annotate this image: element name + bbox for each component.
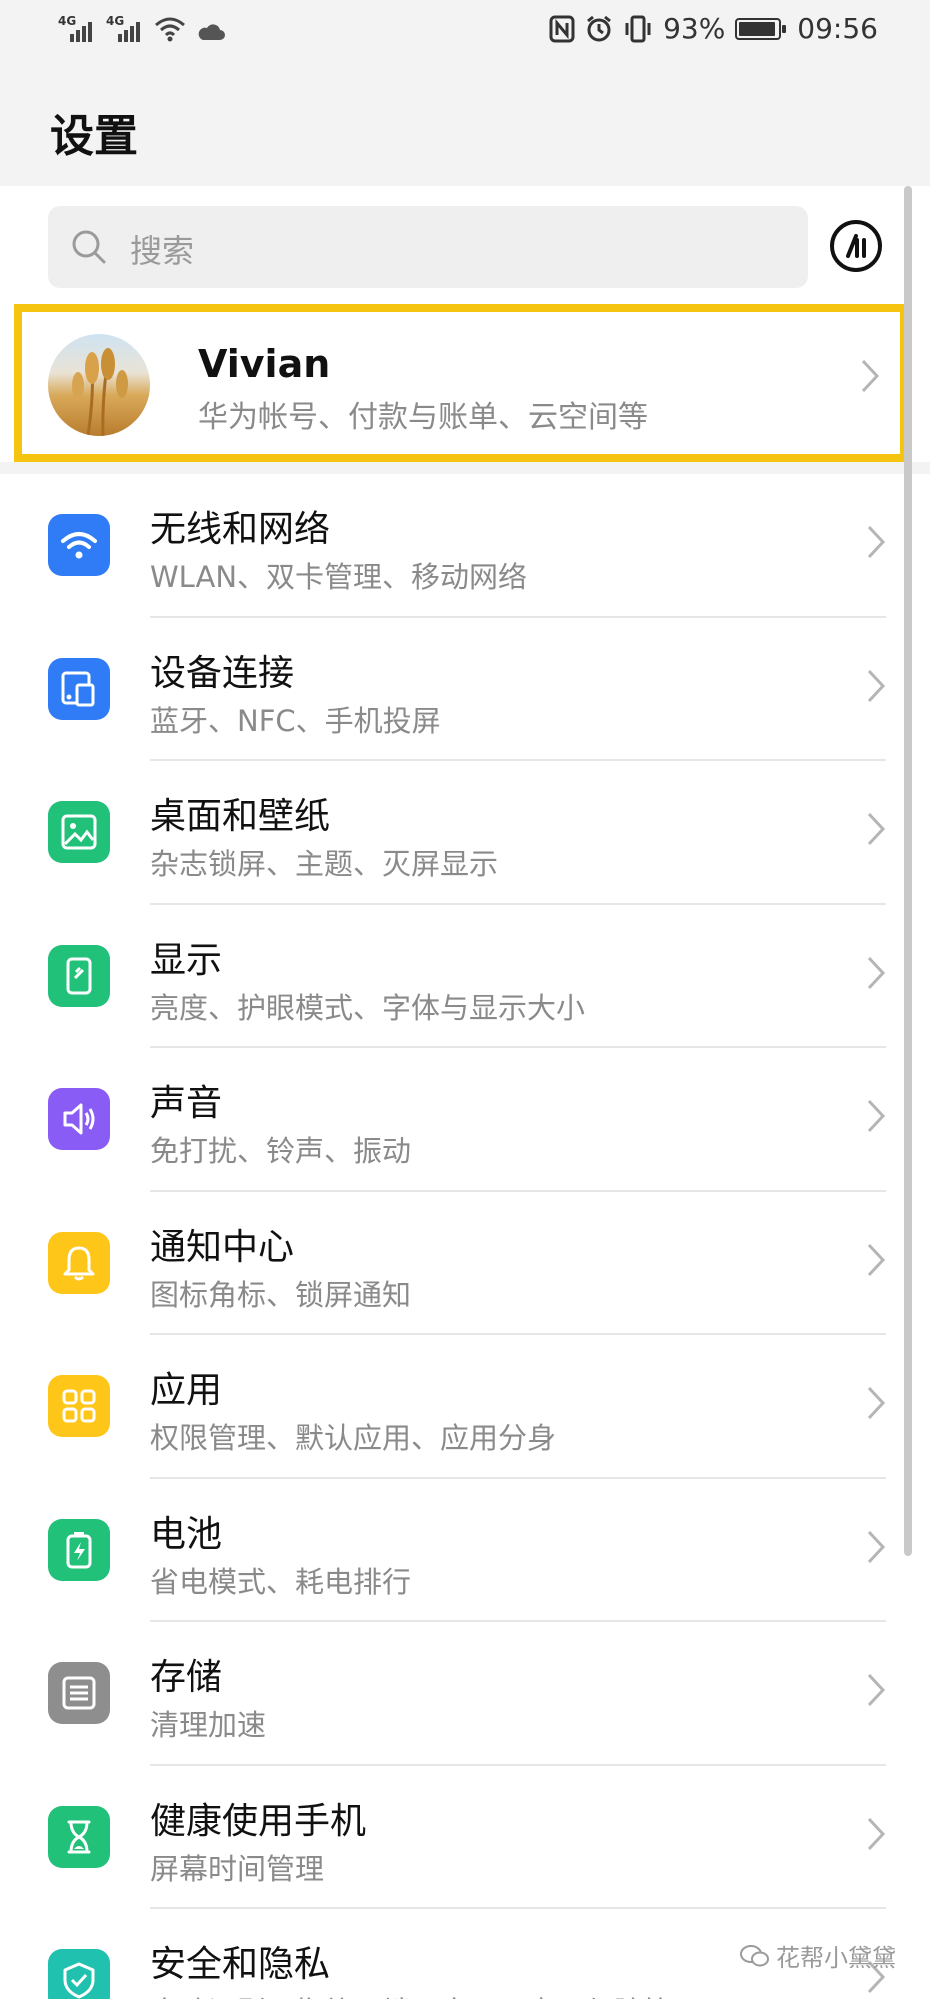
avatar [48, 334, 150, 436]
account-card[interactable]: Vivian 华为帐号、付款与账单、云空间等 [14, 304, 908, 462]
settings-item-subtitle: 免打扰、铃声、振动 [150, 1134, 412, 1168]
nfc-icon [549, 15, 575, 42]
chevron-right-icon [867, 1243, 886, 1276]
status-bar: 4G 4G 93% 09:56 [0, 0, 930, 62]
signal-icon: 4G [58, 14, 96, 42]
settings-item-subtitle: 杂志锁屏、主题、灭屏显示 [150, 847, 499, 881]
settings-item-subtitle: 省电模式、耗电排行 [150, 1564, 412, 1599]
settings-item[interactable]: 存储 清理加速 [0, 1622, 930, 1766]
scrollbar[interactable] [904, 186, 912, 1556]
settings-item-title: 无线和网络 [150, 509, 331, 550]
search-placeholder: 搜索 [130, 232, 195, 270]
settings-item-subtitle: 权限管理、默认应用、应用分身 [150, 1421, 557, 1455]
wechat-icon [740, 1944, 769, 1966]
shield-icon [48, 1949, 110, 1999]
chevron-right-icon [867, 1673, 886, 1707]
wifi-status-icon [155, 17, 185, 42]
settings-item[interactable]: 声音免打扰、铃声、振动 [0, 1048, 930, 1192]
settings-item[interactable]: 通知中心图标角标、锁屏通知 [0, 1192, 930, 1335]
settings-item[interactable]: 电池省电模式、耗电排行 [0, 1479, 930, 1622]
settings-item-title: 设备连接 [150, 652, 295, 694]
settings-item[interactable]: 健康使用手机屏幕时间管理 [0, 1766, 930, 1909]
search-row: 搜索 [0, 186, 930, 306]
page-title: 设置 [50, 111, 138, 162]
watermark-text: 花帮小黛黛 [776, 1944, 896, 1972]
settings-item-subtitle: WLAN、双卡管理、移动网络 [150, 560, 528, 594]
clock: 09:56 [797, 12, 878, 45]
account-name: Vivian [198, 342, 331, 386]
account-subtitle: 华为帐号、付款与账单、云空间等 [198, 400, 648, 435]
chevron-right-icon [867, 812, 886, 846]
watermark: 花帮小黛黛 [740, 1938, 896, 1973]
vibrate-icon [625, 15, 651, 42]
sound-icon [48, 1088, 110, 1150]
settings-item-subtitle: 屏幕时间管理 [150, 1851, 325, 1886]
page-header: 设置 [0, 62, 930, 186]
settings-item-subtitle: 人脸识别、指纹、锁屏密码、密码保险箱 [150, 1989, 672, 1999]
settings-item-title: 声音 [150, 1083, 223, 1124]
battery-icon [48, 1518, 110, 1581]
battery-icon [735, 17, 787, 40]
settings-item-title: 安全和隐私 [150, 1944, 331, 1985]
chevron-right-icon [861, 359, 880, 393]
settings-item[interactable]: 设备连接蓝牙、NFC、手机投屏 [0, 618, 930, 761]
chevron-right-icon [867, 1530, 886, 1563]
settings-item-title: 桌面和壁纸 [150, 796, 331, 837]
settings-item-subtitle: 蓝牙、NFC、手机投屏 [150, 703, 441, 738]
wifi-icon [48, 514, 110, 576]
search-input[interactable]: 搜索 [48, 206, 808, 288]
chevron-right-icon [867, 525, 886, 559]
chevron-right-icon [867, 1386, 886, 1420]
storage-icon [48, 1662, 110, 1724]
apps-icon [48, 1375, 110, 1437]
wallpaper-icon [48, 801, 110, 863]
settings-item-title: 电池 [150, 1513, 223, 1555]
display-icon [48, 944, 110, 1007]
section-divider [0, 462, 930, 474]
settings-item[interactable]: 应用权限管理、默认应用、应用分身 [0, 1335, 930, 1479]
hourglass-icon [48, 1805, 110, 1868]
bell-icon [48, 1231, 110, 1294]
cloud-icon [198, 24, 225, 40]
settings-list: 无线和网络 WLAN、双卡管理、移动网络设备连接蓝牙、NFC、手机投屏桌面和壁纸杂… [0, 474, 930, 1999]
alarm-icon [587, 15, 611, 41]
signal-icon: 4G [106, 14, 144, 42]
settings-item-title: 健康使用手机 [150, 1800, 367, 1842]
settings-item[interactable]: 桌面和壁纸杂志锁屏、主题、灭屏显示 [0, 761, 930, 905]
battery-percent: 93% [663, 12, 726, 45]
settings-item-subtitle: 图标角标、锁屏通知 [150, 1277, 412, 1312]
settings-item[interactable]: 无线和网络 WLAN、双卡管理、移动网络 [0, 474, 930, 618]
settings-item-title: 显示 [150, 939, 223, 981]
device-connection-icon [48, 657, 110, 720]
settings-item-title: 应用 [150, 1370, 223, 1411]
settings-item[interactable]: 显示亮度、护眼模式、字体与显示大小 [0, 905, 930, 1048]
search-icon [72, 230, 106, 264]
chevron-right-icon [867, 669, 886, 702]
settings-item-title: 通知中心 [150, 1226, 295, 1268]
chevron-right-icon [867, 956, 886, 989]
chevron-right-icon [867, 1817, 886, 1850]
settings-item-title: 存储 [150, 1657, 223, 1698]
hiai-voice-icon[interactable] [830, 220, 882, 272]
chevron-right-icon [867, 1099, 886, 1133]
settings-item-subtitle: 亮度、护眼模式、字体与显示大小 [150, 990, 586, 1025]
settings-item-subtitle: 清理加速 [150, 1708, 267, 1742]
